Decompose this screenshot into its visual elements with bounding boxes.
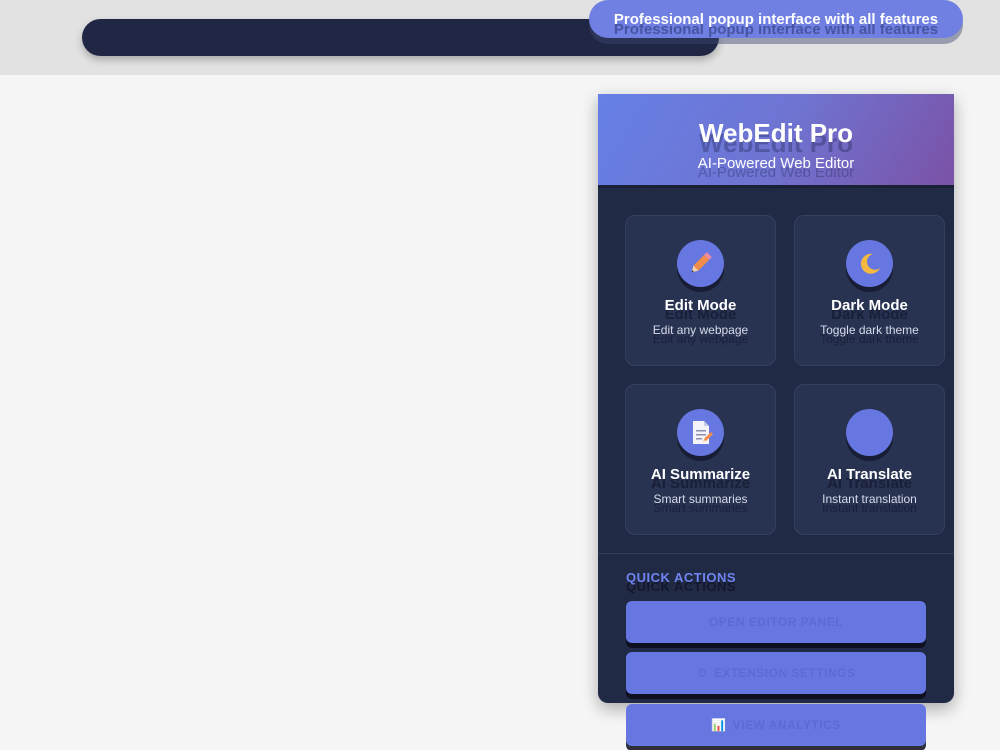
quick-actions-heading: QUICK ACTIONS — [626, 570, 737, 585]
card-description: Toggle dark theme — [820, 323, 919, 337]
chart-icon: 📊 — [711, 718, 727, 732]
crescent-moon-icon — [846, 240, 893, 287]
app-subtitle: AI-Powered Web Editor — [697, 155, 855, 172]
open-editor-panel-button[interactable]: OPEN EDITOR PANEL — [626, 601, 926, 643]
popup-header: WebEdit Pro AI-Powered Web Editor — [598, 94, 954, 188]
feature-card-edit-mode[interactable]: Edit Mode Edit any webpage — [625, 215, 776, 366]
gear-icon: ⚙ — [696, 666, 708, 680]
feature-card-dark-mode[interactable]: Dark Mode Toggle dark theme — [794, 215, 945, 366]
card-description: Instant translation — [822, 492, 917, 506]
app-title: WebEdit Pro — [698, 118, 854, 148]
button-label: VIEW ANALYTICS — [732, 718, 841, 732]
button-label: EXTENSION SETTINGS — [713, 666, 856, 680]
card-title: AI Translate — [826, 466, 913, 483]
globe-icon — [846, 409, 893, 456]
feature-badge: Professional popup interface with all fe… — [589, 0, 963, 38]
card-title: Edit Mode — [664, 297, 737, 314]
section-divider — [598, 553, 954, 554]
pencil-icon — [677, 240, 724, 287]
document-icon — [677, 409, 724, 456]
extension-settings-button[interactable]: ⚙ EXTENSION SETTINGS — [626, 652, 926, 694]
card-title: Dark Mode — [831, 297, 908, 314]
card-description: Smart summaries — [653, 492, 748, 506]
view-analytics-button[interactable]: 📊 VIEW ANALYTICS — [626, 704, 926, 746]
feature-card-ai-summarize[interactable]: AI Summarize Smart summaries — [625, 384, 776, 535]
feature-card-ai-translate[interactable]: AI Translate Instant translation — [794, 384, 945, 535]
card-description: Edit any webpage — [652, 323, 749, 337]
card-title: AI Summarize — [650, 466, 751, 483]
button-label: OPEN EDITOR PANEL — [708, 615, 844, 629]
